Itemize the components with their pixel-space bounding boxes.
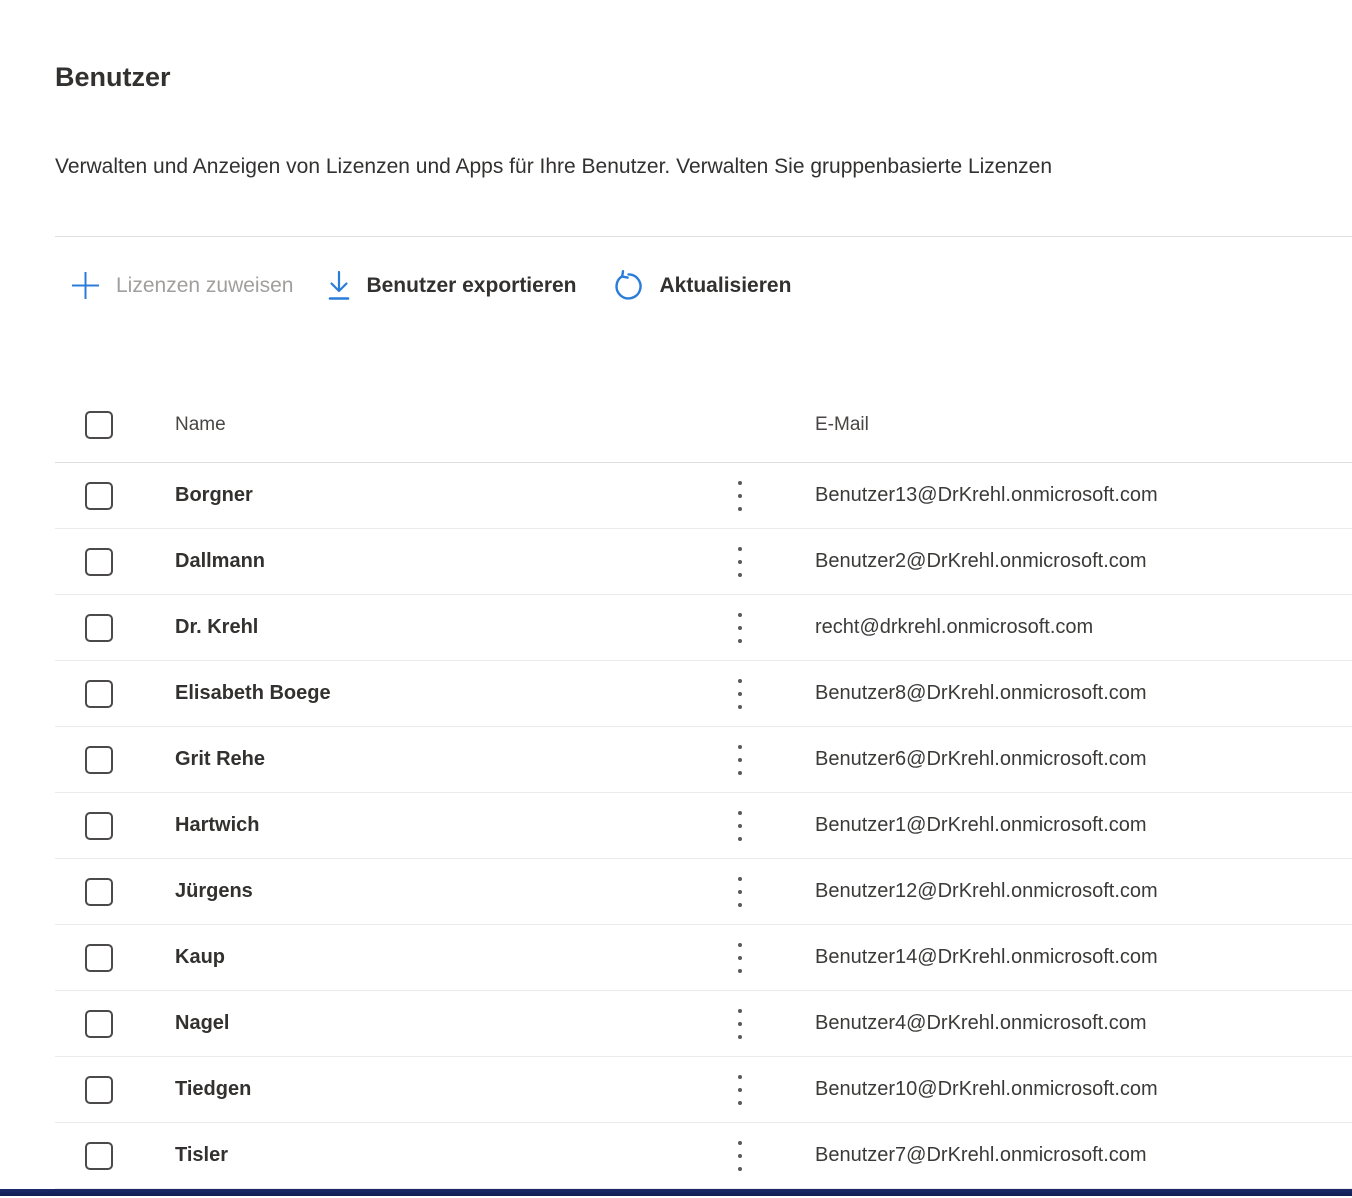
row-checkbox[interactable]: [85, 548, 113, 576]
page-title: Benutzer: [55, 60, 1352, 94]
table-row[interactable]: Dallmann Benutzer2@DrKrehl.onmicrosoft.c…: [55, 529, 1352, 595]
user-name: Hartwich: [175, 814, 715, 837]
user-name: Dallmann: [175, 550, 715, 573]
column-header-name: Name: [175, 414, 715, 436]
row-checkbox[interactable]: [85, 482, 113, 510]
user-email: Benutzer14@DrKrehl.onmicrosoft.com: [765, 946, 1352, 969]
user-email: Benutzer13@DrKrehl.onmicrosoft.com: [765, 484, 1352, 507]
row-checkbox[interactable]: [85, 746, 113, 774]
user-name: Nagel: [175, 1012, 715, 1035]
more-actions-ellipsis-icon[interactable]: [730, 609, 750, 647]
assign-licenses-button[interactable]: Lizenzen zuweisen: [70, 265, 293, 307]
user-email: Benutzer10@DrKrehl.onmicrosoft.com: [765, 1078, 1352, 1101]
row-checkbox[interactable]: [85, 878, 113, 906]
table-row[interactable]: Elisabeth Boege Benutzer8@DrKrehl.onmicr…: [55, 661, 1352, 727]
export-users-label: Benutzer exportieren: [366, 265, 576, 307]
row-checkbox[interactable]: [85, 944, 113, 972]
export-users-button[interactable]: Benutzer exportieren: [327, 265, 576, 307]
more-actions-ellipsis-icon[interactable]: [730, 741, 750, 779]
user-name: Kaup: [175, 946, 715, 969]
user-name: Grit Rehe: [175, 748, 715, 771]
user-email: recht@drkrehl.onmicrosoft.com: [765, 616, 1352, 639]
more-actions-ellipsis-icon[interactable]: [730, 477, 750, 515]
more-actions-ellipsis-icon[interactable]: [730, 675, 750, 713]
row-checkbox[interactable]: [85, 680, 113, 708]
user-email: Benutzer12@DrKrehl.onmicrosoft.com: [765, 880, 1352, 903]
bottom-navy-bar: [0, 1189, 1352, 1196]
user-name: Tisler: [175, 1144, 715, 1167]
plus-icon: [70, 270, 101, 301]
user-name: Tiedgen: [175, 1078, 715, 1101]
row-checkbox[interactable]: [85, 614, 113, 642]
more-actions-ellipsis-icon[interactable]: [730, 1071, 750, 1109]
row-checkbox[interactable]: [85, 1076, 113, 1104]
user-email: Benutzer8@DrKrehl.onmicrosoft.com: [765, 682, 1352, 705]
table-row[interactable]: Grit Rehe Benutzer6@DrKrehl.onmicrosoft.…: [55, 727, 1352, 793]
refresh-icon: [611, 269, 645, 303]
user-name: Elisabeth Boege: [175, 682, 715, 705]
user-name: Dr. Krehl: [175, 616, 715, 639]
user-email: Benutzer6@DrKrehl.onmicrosoft.com: [765, 748, 1352, 771]
table-body: Borgner Benutzer13@DrKrehl.onmicrosoft.c…: [55, 463, 1352, 1189]
users-table: Name E-Mail Borgner Benutzer13@DrKrehl.o…: [55, 387, 1352, 1189]
user-email: Benutzer7@DrKrehl.onmicrosoft.com: [765, 1144, 1352, 1167]
table-header-row: Name E-Mail: [55, 387, 1352, 463]
more-actions-ellipsis-icon[interactable]: [730, 1005, 750, 1043]
row-checkbox[interactable]: [85, 1142, 113, 1170]
column-header-email: E-Mail: [765, 414, 1352, 436]
row-checkbox[interactable]: [85, 812, 113, 840]
user-email: Benutzer1@DrKrehl.onmicrosoft.com: [765, 814, 1352, 837]
row-checkbox[interactable]: [85, 1010, 113, 1038]
table-row[interactable]: Kaup Benutzer14@DrKrehl.onmicrosoft.com: [55, 925, 1352, 991]
table-row[interactable]: Dr. Krehl recht@drkrehl.onmicrosoft.com: [55, 595, 1352, 661]
more-actions-ellipsis-icon[interactable]: [730, 873, 750, 911]
user-name: Borgner: [175, 484, 715, 507]
table-row[interactable]: Nagel Benutzer4@DrKrehl.onmicrosoft.com: [55, 991, 1352, 1057]
assign-licenses-label: Lizenzen zuweisen: [116, 265, 293, 307]
download-arrow-icon: [327, 270, 351, 301]
user-email: Benutzer4@DrKrehl.onmicrosoft.com: [765, 1012, 1352, 1035]
table-row[interactable]: Tiedgen Benutzer10@DrKrehl.onmicrosoft.c…: [55, 1057, 1352, 1123]
page-description: Verwalten und Anzeigen von Lizenzen und …: [55, 152, 1352, 182]
table-row[interactable]: Borgner Benutzer13@DrKrehl.onmicrosoft.c…: [55, 463, 1352, 529]
more-actions-ellipsis-icon[interactable]: [730, 543, 750, 581]
select-all-checkbox[interactable]: [85, 411, 113, 439]
refresh-label: Aktualisieren: [660, 265, 792, 307]
more-actions-ellipsis-icon[interactable]: [730, 939, 750, 977]
user-email: Benutzer2@DrKrehl.onmicrosoft.com: [765, 550, 1352, 573]
more-actions-ellipsis-icon[interactable]: [730, 1137, 750, 1175]
table-row[interactable]: Tisler Benutzer7@DrKrehl.onmicrosoft.com: [55, 1123, 1352, 1189]
table-row[interactable]: Hartwich Benutzer1@DrKrehl.onmicrosoft.c…: [55, 793, 1352, 859]
user-name: Jürgens: [175, 880, 715, 903]
table-row[interactable]: Jürgens Benutzer12@DrKrehl.onmicrosoft.c…: [55, 859, 1352, 925]
refresh-button[interactable]: Aktualisieren: [611, 265, 792, 307]
users-page: Benutzer Verwalten und Anzeigen von Lize…: [0, 0, 1352, 1189]
command-bar: Lizenzen zuweisen Benutzer exportieren A…: [55, 237, 1352, 307]
more-actions-ellipsis-icon[interactable]: [730, 807, 750, 845]
